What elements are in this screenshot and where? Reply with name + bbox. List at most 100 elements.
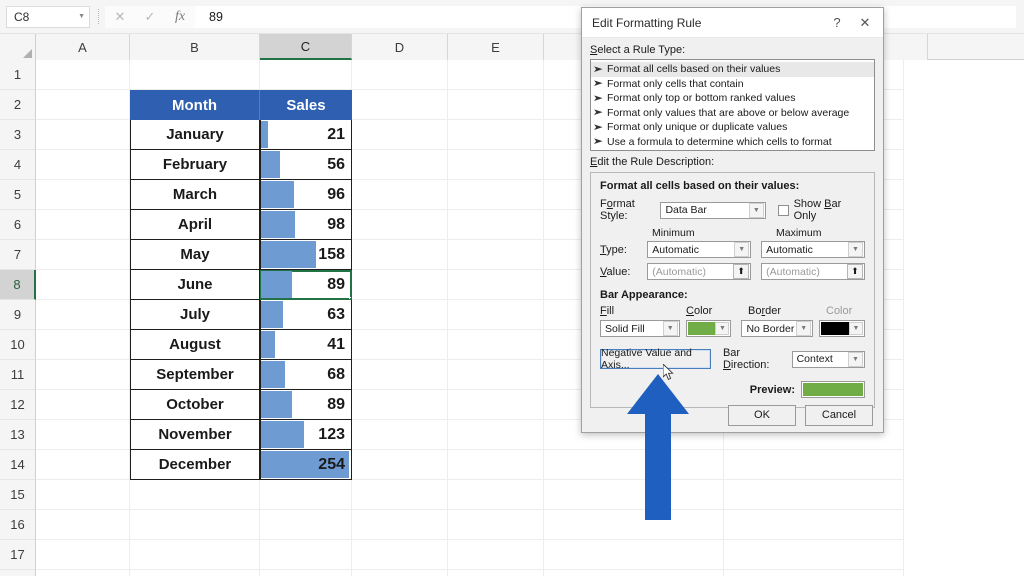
grid-cell[interactable] bbox=[260, 540, 352, 570]
sales-cell[interactable]: 254 bbox=[260, 450, 352, 480]
grid-cell[interactable] bbox=[36, 360, 130, 390]
grid-cell[interactable] bbox=[36, 420, 130, 450]
month-cell[interactable]: October bbox=[130, 390, 260, 420]
grid-cell[interactable] bbox=[352, 210, 448, 240]
rule-type-item-1[interactable]: ➤Format only cells that contain bbox=[591, 77, 874, 92]
month-cell[interactable]: August bbox=[130, 330, 260, 360]
column-header-c[interactable]: C bbox=[260, 34, 352, 60]
grid-cell[interactable] bbox=[352, 150, 448, 180]
border-color-picker[interactable]: ▼ bbox=[819, 320, 865, 337]
grid-cell[interactable] bbox=[352, 180, 448, 210]
ok-button[interactable]: OK bbox=[728, 405, 796, 426]
grid-cell[interactable] bbox=[448, 180, 544, 210]
row-header-10[interactable]: 10 bbox=[0, 330, 36, 360]
row-header-18[interactable]: 18 bbox=[0, 570, 36, 576]
rule-type-item-2[interactable]: ➤Format only top or bottom ranked values bbox=[591, 91, 874, 106]
check-icon[interactable]: ✓ bbox=[135, 6, 165, 28]
grid-cell[interactable] bbox=[130, 540, 260, 570]
fill-color-picker[interactable]: ▼ bbox=[686, 320, 732, 337]
row-header-1[interactable]: 1 bbox=[0, 60, 36, 90]
grid-cell[interactable] bbox=[448, 540, 544, 570]
sales-cell[interactable]: 158 bbox=[260, 240, 352, 270]
fill-select[interactable]: Solid Fill ▼ bbox=[600, 320, 680, 337]
checkbox-box[interactable] bbox=[778, 205, 789, 216]
row-header-6[interactable]: 6 bbox=[0, 210, 36, 240]
grid-cell[interactable] bbox=[36, 390, 130, 420]
close-icon[interactable]: ✕ bbox=[105, 6, 135, 28]
rule-type-item-0[interactable]: ➤Format all cells based on their values bbox=[591, 62, 874, 77]
grid-cell[interactable] bbox=[448, 360, 544, 390]
row-header-8[interactable]: 8 bbox=[0, 270, 36, 300]
month-cell[interactable]: December bbox=[130, 450, 260, 480]
grid-cell[interactable] bbox=[352, 540, 448, 570]
grid-cell[interactable] bbox=[352, 240, 448, 270]
minimum-value-input[interactable]: (Automatic) ⬆ bbox=[647, 263, 751, 280]
grid-cell[interactable] bbox=[724, 480, 904, 510]
row-header-15[interactable]: 15 bbox=[0, 480, 36, 510]
row-header-16[interactable]: 16 bbox=[0, 510, 36, 540]
grid-cell[interactable] bbox=[448, 420, 544, 450]
grid-cell[interactable] bbox=[448, 390, 544, 420]
grid-cell[interactable] bbox=[448, 450, 544, 480]
sales-cell[interactable]: 89 bbox=[260, 390, 352, 420]
month-cell[interactable]: May bbox=[130, 240, 260, 270]
grid-cell[interactable] bbox=[36, 210, 130, 240]
grid-cell[interactable] bbox=[352, 450, 448, 480]
grid-cell[interactable] bbox=[352, 330, 448, 360]
bar-direction-select[interactable]: Context ▼ bbox=[792, 351, 865, 368]
cancel-button[interactable]: Cancel bbox=[805, 405, 873, 426]
grid-cell[interactable] bbox=[36, 60, 130, 90]
grid-cell[interactable] bbox=[36, 450, 130, 480]
chevron-down-icon[interactable]: ▼ bbox=[796, 321, 811, 336]
grid-cell[interactable] bbox=[448, 120, 544, 150]
sales-cell[interactable]: 68 bbox=[260, 360, 352, 390]
grid-cell[interactable] bbox=[36, 90, 130, 120]
row-header-3[interactable]: 3 bbox=[0, 120, 36, 150]
month-cell[interactable]: April bbox=[130, 210, 260, 240]
grid-cell[interactable] bbox=[36, 330, 130, 360]
grid-cell[interactable] bbox=[36, 480, 130, 510]
grid-cell[interactable] bbox=[36, 270, 130, 300]
name-box[interactable]: C8 ▼ bbox=[6, 6, 90, 28]
column-header-d[interactable]: D bbox=[352, 34, 448, 60]
grid-cell[interactable] bbox=[36, 540, 130, 570]
month-cell[interactable]: July bbox=[130, 300, 260, 330]
month-cell[interactable]: January bbox=[130, 120, 260, 150]
rule-type-item-5[interactable]: ➤Use a formula to determine which cells … bbox=[591, 135, 874, 150]
month-cell[interactable]: November bbox=[130, 420, 260, 450]
show-bar-only-checkbox[interactable]: Show Bar Only bbox=[778, 198, 865, 222]
grid-cell[interactable] bbox=[448, 60, 544, 90]
grid-cell[interactable] bbox=[724, 510, 904, 540]
chevron-down-icon[interactable]: ▼ bbox=[663, 321, 678, 336]
grid-cell[interactable] bbox=[130, 570, 260, 576]
maximum-value-input[interactable]: (Automatic) ⬆ bbox=[761, 263, 865, 280]
border-select[interactable]: No Border ▼ bbox=[741, 320, 813, 337]
row-header-9[interactable]: 9 bbox=[0, 300, 36, 330]
sales-cell[interactable]: 96 bbox=[260, 180, 352, 210]
rule-type-item-3[interactable]: ➤Format only values that are above or be… bbox=[591, 106, 874, 121]
grid-cell[interactable] bbox=[448, 480, 544, 510]
chevron-down-icon[interactable]: ▼ bbox=[749, 203, 764, 218]
row-header-14[interactable]: 14 bbox=[0, 450, 36, 480]
column-header-a[interactable]: A bbox=[36, 34, 130, 60]
grid-cell[interactable] bbox=[36, 120, 130, 150]
grid-cell[interactable] bbox=[448, 570, 544, 576]
grid-cell[interactable] bbox=[724, 570, 904, 576]
grid-cell[interactable] bbox=[260, 480, 352, 510]
grid-cell[interactable] bbox=[260, 510, 352, 540]
row-header-12[interactable]: 12 bbox=[0, 390, 36, 420]
row-header-11[interactable]: 11 bbox=[0, 360, 36, 390]
grid-cell[interactable] bbox=[36, 300, 130, 330]
grid-cell[interactable] bbox=[130, 510, 260, 540]
sales-cell[interactable]: 63 bbox=[260, 300, 352, 330]
grid-cell[interactable] bbox=[352, 570, 448, 576]
grid-cell[interactable] bbox=[130, 480, 260, 510]
collapse-dialog-icon[interactable]: ⬆ bbox=[847, 264, 863, 279]
row-header-5[interactable]: 5 bbox=[0, 180, 36, 210]
select-all-corner[interactable] bbox=[0, 34, 36, 60]
grid-cell[interactable] bbox=[352, 480, 448, 510]
month-cell[interactable]: February bbox=[130, 150, 260, 180]
grid-cell[interactable] bbox=[352, 120, 448, 150]
grid-cell[interactable] bbox=[352, 60, 448, 90]
rule-type-item-4[interactable]: ➤Format only unique or duplicate values bbox=[591, 120, 874, 135]
